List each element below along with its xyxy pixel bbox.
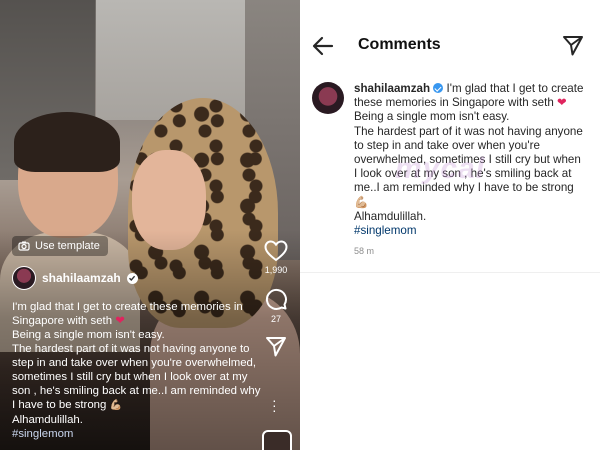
use-template-button[interactable]: Use template	[12, 236, 108, 256]
avatar[interactable]	[312, 82, 344, 114]
share-action[interactable]	[265, 336, 287, 358]
hashtag-link[interactable]: #singlemom	[354, 224, 417, 237]
avatar[interactable]	[12, 266, 36, 290]
camera-icon	[18, 241, 30, 251]
reel-video[interactable]: Use template shahilaamzah I'm glad that …	[0, 0, 300, 450]
audio-thumbnail[interactable]	[262, 430, 292, 450]
comment-count: 27	[270, 314, 281, 324]
comment-line-3: The hardest part of it was not having an…	[354, 124, 583, 195]
reel-actions: 1,990 27	[262, 240, 290, 358]
comment-line-4: Alhamdulillah.	[354, 209, 427, 223]
verified-badge-icon	[433, 83, 444, 93]
send-icon[interactable]	[265, 336, 287, 358]
reel-author[interactable]: shahilaamzah	[12, 266, 138, 290]
comment-timestamp: 58 m	[354, 246, 375, 257]
caption-line-4: Alhamdulillah.	[12, 414, 83, 426]
comment-body: shahilaamzah I'm glad that I get to crea…	[354, 82, 586, 258]
caption-line-3: The hardest part of it was not having an…	[12, 343, 261, 411]
caption-line-2: Being a single mom isn't easy.	[12, 329, 165, 341]
verified-badge-icon	[126, 272, 138, 284]
send-icon[interactable]	[562, 35, 584, 57]
reel-username[interactable]: shahilaamzah	[42, 271, 121, 285]
comment-icon[interactable]	[264, 287, 288, 311]
child-figure-hair	[14, 112, 120, 172]
use-template-label: Use template	[35, 240, 100, 252]
more-options-icon[interactable]: · · ·	[272, 393, 277, 417]
heart-emoji: ❤	[115, 315, 125, 327]
muscle-emoji: 💪🏼	[109, 400, 122, 411]
hashtag-link[interactable]: #singlemom	[12, 427, 262, 441]
comments-header: Comments	[300, 26, 600, 66]
like-count: 1,990	[264, 265, 288, 275]
comments-panel: Comments shahilaamzah I'm glad that I ge…	[300, 0, 600, 450]
back-arrow-icon[interactable]	[312, 36, 334, 56]
comment-action[interactable]: 27	[264, 287, 288, 324]
divider	[300, 272, 600, 273]
comment-username[interactable]: shahilaamzah	[354, 82, 430, 95]
heart-emoji: ❤	[557, 96, 567, 110]
reel-caption[interactable]: I'm glad that I get to create these memo…	[12, 300, 262, 441]
page-title: Comments	[358, 36, 441, 53]
caption-line-1: I'm glad that I get to create these memo…	[12, 301, 243, 327]
muscle-emoji: 💪🏼	[354, 195, 369, 209]
heart-icon[interactable]	[264, 240, 288, 262]
comment-line-2: Being a single mom isn't easy.	[354, 110, 510, 124]
like-action[interactable]: 1,990	[264, 240, 288, 275]
